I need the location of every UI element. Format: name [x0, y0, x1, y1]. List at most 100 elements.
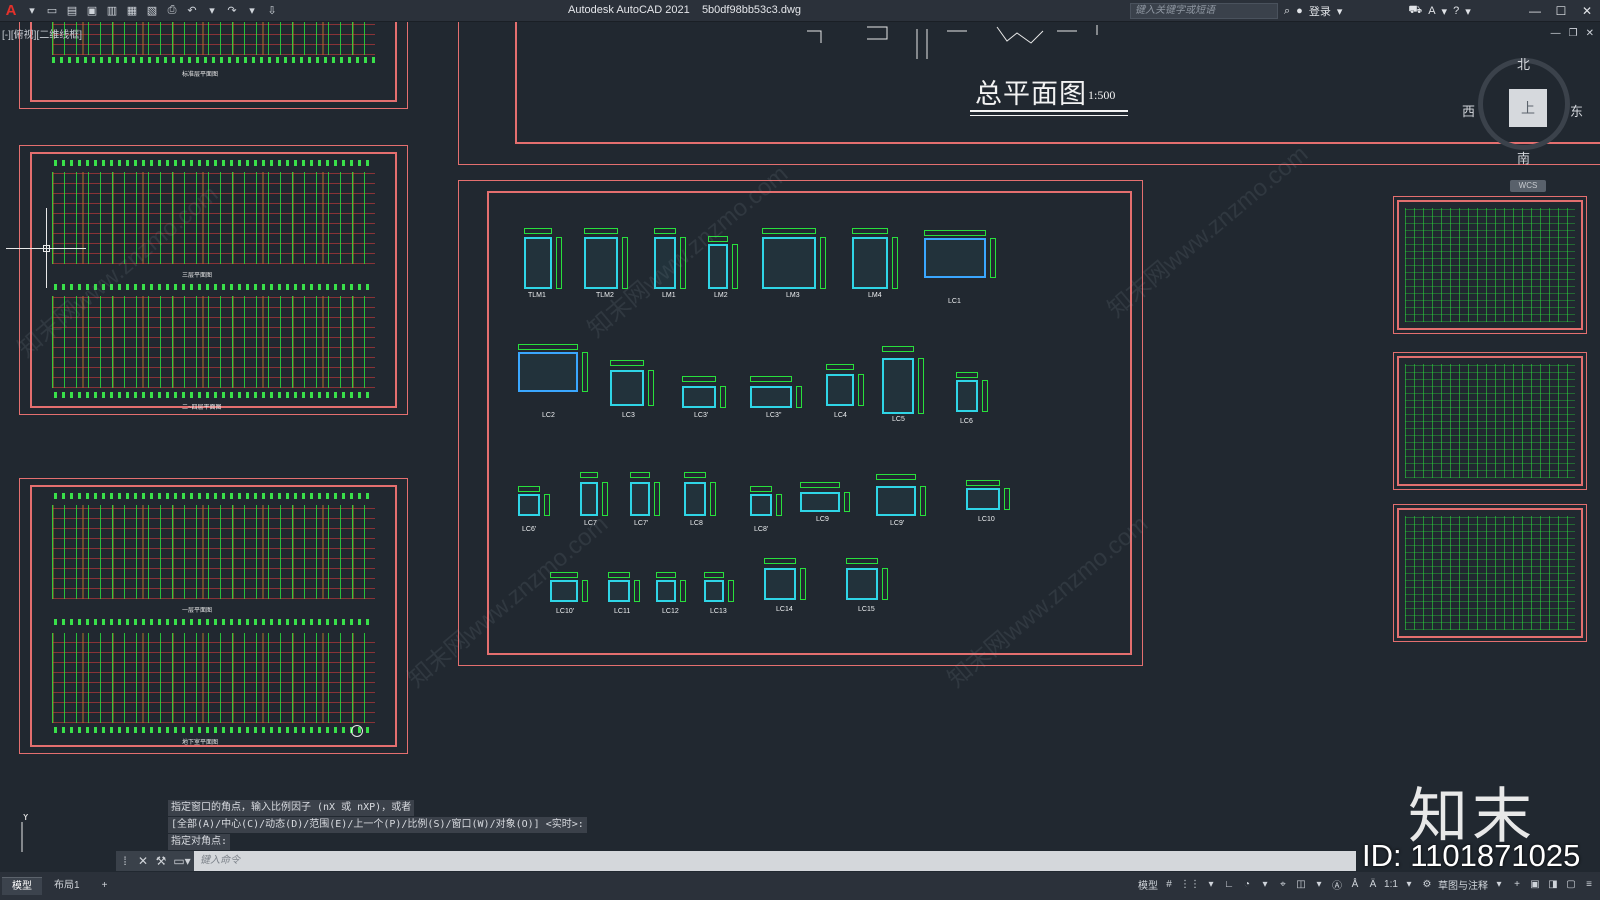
help-dropdown-icon[interactable]: ▾ [1465, 5, 1471, 18]
detail-sheet-3 [1393, 504, 1587, 642]
window-label-lc15: LC15 [858, 606, 875, 613]
window-lc11: LC11 [608, 562, 654, 632]
search-icon[interactable]: ⌕ [1284, 5, 1290, 18]
window-label-lc2: LC2 [542, 412, 555, 419]
autocad-logo-icon[interactable]: A [2, 2, 20, 19]
annotation-scale-icon[interactable]: Å [1348, 879, 1362, 890]
app-name: Autodesk AutoCAD 2021 [568, 4, 690, 16]
window-label-lc11: LC11 [614, 608, 631, 615]
command-history: 指定窗口的角点，输入比例因子 (nX 或 nXP)，或者 [全部(A)/中心(C… [168, 800, 587, 851]
status-bar: 模型 布局1 + 模型 # ⋮⋮ ▾ ∟ ◔ ▾ ⌖ ◫ ▾ Ⓐ Å Ä 1:1… [0, 872, 1600, 900]
detail-sheet-2 [1393, 352, 1587, 490]
gear-icon[interactable]: ⚙ [1420, 879, 1434, 890]
workspace-dropdown-icon[interactable]: ▾ [1492, 879, 1506, 890]
site-plan-title-underline [970, 110, 1128, 112]
annotation-autoscale-icon[interactable]: Ä [1366, 879, 1380, 890]
window-lc13: LC13 [704, 562, 750, 632]
a360-icon[interactable]: A [1428, 5, 1435, 17]
window-label-lc7: LC7 [584, 520, 597, 527]
login-dropdown-icon[interactable]: ▾ [1337, 5, 1343, 18]
window-label-lc5: LC5 [892, 416, 905, 423]
clean-screen-icon[interactable]: ▢ [1564, 879, 1578, 890]
window-lm2: LM2 [708, 232, 744, 302]
drawing-minimize-icon[interactable]: — [1551, 28, 1561, 39]
command-line-grip-icon[interactable]: ⁞ [116, 851, 134, 871]
open-web-icon[interactable]: ▦ [124, 3, 140, 19]
north-arrow-icon [351, 725, 363, 737]
snap-icon[interactable]: ⋮⋮ [1180, 879, 1200, 890]
save-icon[interactable]: ▣ [84, 3, 100, 19]
window-lc7-prime: LC7' [630, 462, 674, 538]
annotation-scale-value[interactable]: 1:1 [1384, 879, 1398, 890]
viewcube-north[interactable]: 北 [1517, 54, 1530, 73]
window-lc9-prime: LC9' [876, 462, 936, 538]
maximize-icon[interactable]: ☐ [1548, 0, 1574, 22]
window-title: Autodesk AutoCAD 2021 5b0df98bb53c3.dwg [568, 4, 801, 16]
a360-dropdown-icon[interactable]: ▾ [1442, 5, 1448, 18]
resource-id: ID: 1101871025 [1362, 838, 1581, 873]
undo-icon[interactable]: ↶ [184, 3, 200, 19]
window-lc6: LC6 [956, 366, 1006, 428]
wcs-menu[interactable]: WCS [1510, 180, 1546, 192]
window-lc3-double-prime: LC3'' [750, 362, 814, 428]
command-history-line: [全部(A)/中心(C)/动态(D)/范围(E)/上一个(P)/比例(S)/窗口… [168, 817, 587, 833]
viewcube-face[interactable]: 上 [1509, 89, 1547, 127]
svg-text:Y: Y [22, 814, 30, 823]
user-icon[interactable]: ● [1296, 5, 1303, 17]
grid-icon[interactable]: # [1162, 879, 1176, 890]
login-link[interactable]: 登录 [1309, 3, 1331, 19]
annotation-visibility-icon[interactable]: Ⓐ [1330, 877, 1344, 892]
osnap-icon[interactable]: ◫ [1294, 879, 1308, 890]
recent-commands-icon[interactable]: ▭▾ [170, 851, 194, 871]
drawing-canvas[interactable]: 标准层平面图 三层平面图 二~四层平面图 一层平面图 地下室平面图 总平面图 1… [0, 22, 1600, 852]
minimize-icon[interactable]: — [1522, 0, 1548, 22]
window-label-lc6: LC6 [960, 418, 973, 425]
command-input[interactable]: 键入命令 [194, 851, 1356, 871]
redo-dropdown-icon[interactable]: ▾ [244, 3, 260, 19]
osnap-dropdown-icon[interactable]: ▾ [1312, 879, 1326, 890]
drawing-close-icon[interactable]: ✕ [1586, 28, 1594, 39]
undo-dropdown-icon[interactable]: ▾ [204, 3, 220, 19]
viewcube-west[interactable]: 西 [1462, 101, 1475, 120]
viewcube-south[interactable]: 南 [1517, 148, 1530, 167]
window-lc8-prime: LC8' [750, 474, 798, 538]
command-line-close-icon[interactable]: ✕ [134, 851, 152, 871]
customization-menu-icon[interactable]: ≡ [1582, 879, 1596, 890]
tab-model[interactable]: 模型 [2, 877, 42, 895]
save-as-icon[interactable]: ▥ [104, 3, 120, 19]
site-plan-fragment [807, 25, 1098, 59]
application-menu-chevron-icon[interactable]: ▾ [24, 3, 40, 19]
model-space-toggle[interactable]: 模型 [1138, 877, 1158, 892]
help-icon[interactable]: ? [1453, 5, 1459, 17]
cart-icon[interactable]: ⛟ [1408, 4, 1422, 18]
help-search-input[interactable]: 键入关键字或短语 [1130, 3, 1278, 19]
close-icon[interactable]: ✕ [1574, 0, 1600, 22]
snap-dropdown-icon[interactable]: ▾ [1204, 879, 1218, 890]
isolate-objects-icon[interactable]: ◨ [1546, 879, 1560, 890]
tab-layout1[interactable]: 布局1 [44, 877, 90, 895]
new-file-icon[interactable]: ▭ [44, 3, 60, 19]
open-file-icon[interactable]: ▤ [64, 3, 80, 19]
window-label-lc7-prime: LC7' [634, 520, 649, 527]
window-lm1: LM1 [654, 222, 690, 302]
window-label-lm2: LM2 [714, 292, 728, 299]
viewport-controls-label[interactable]: [-][俯视][二维线框] [2, 26, 82, 41]
tab-add[interactable]: + [92, 877, 118, 895]
drawing-restore-icon[interactable]: ❐ [1569, 28, 1578, 39]
command-line-customize-icon[interactable]: ⚒ [152, 851, 170, 871]
window-label-tlm1: TLM1 [528, 292, 546, 299]
redo-icon[interactable]: ↷ [224, 3, 240, 19]
print-icon[interactable]: ⎙ [164, 3, 180, 19]
polar-icon[interactable]: ◔ [1240, 879, 1254, 890]
viewcube-east[interactable]: 东 [1570, 101, 1583, 120]
save-web-icon[interactable]: ▧ [144, 3, 160, 19]
window-label-tlm2: TLM2 [596, 292, 614, 299]
isodraft-icon[interactable]: ⌖ [1276, 879, 1290, 890]
scale-dropdown-icon[interactable]: ▾ [1402, 879, 1416, 890]
hardware-acceleration-icon[interactable]: ▣ [1528, 879, 1542, 890]
polar-dropdown-icon[interactable]: ▾ [1258, 879, 1272, 890]
customize-qat-icon[interactable]: ⇩ [264, 3, 280, 19]
ortho-icon[interactable]: ∟ [1222, 879, 1236, 890]
workspace-switcher[interactable]: 草图与注释 [1438, 877, 1488, 892]
plus-icon[interactable]: + [1510, 879, 1524, 890]
